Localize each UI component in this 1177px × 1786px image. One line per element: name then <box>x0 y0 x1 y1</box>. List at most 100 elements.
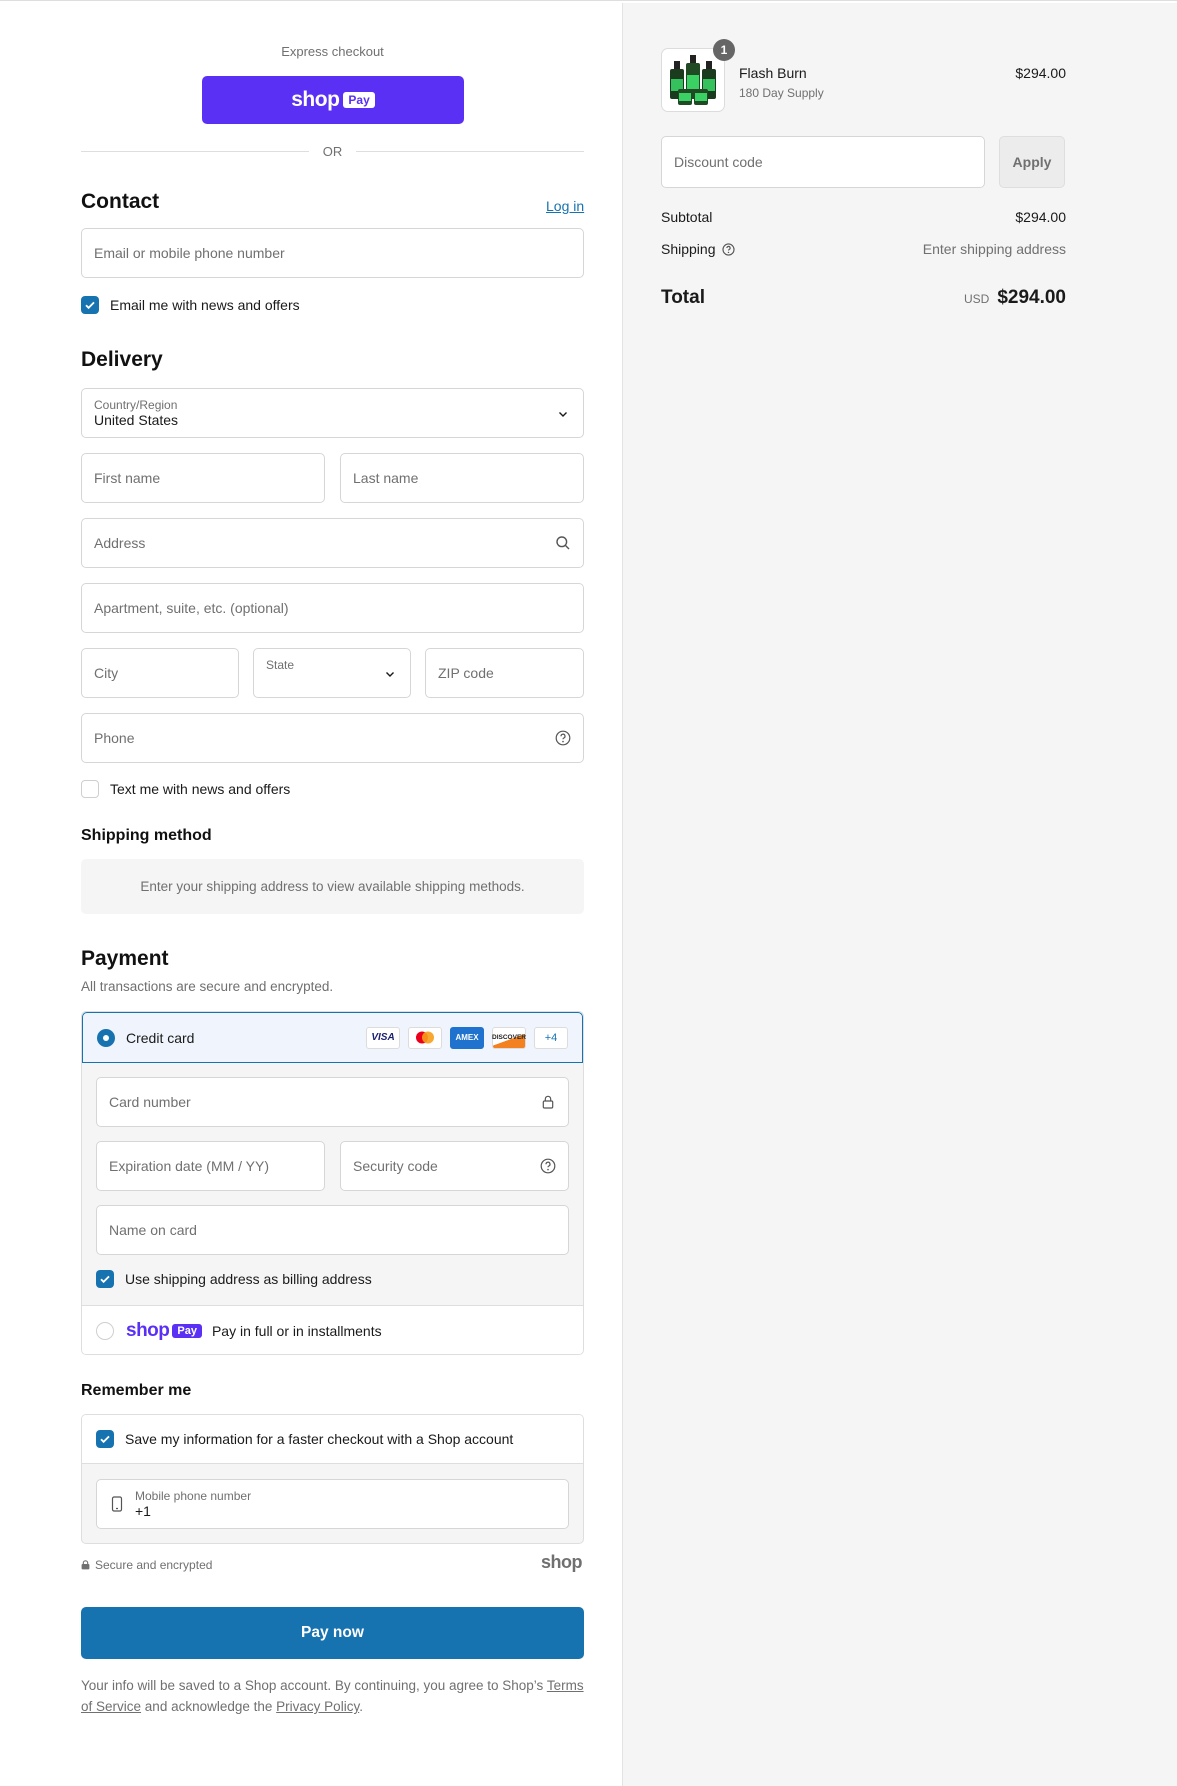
chevron-down-icon <box>384 667 396 683</box>
apartment-placeholder: Apartment, suite, etc. (optional) <box>94 600 289 616</box>
log-in-link[interactable]: Log in <box>546 198 584 214</box>
zip-field[interactable]: ZIP code <box>425 648 584 698</box>
subtotal-label: Subtotal <box>661 209 713 225</box>
address-field[interactable]: Address <box>81 518 584 568</box>
name-on-card-field[interactable]: Name on card <box>96 1205 569 1255</box>
secure-encrypted-label: Secure and encrypted <box>95 1558 213 1572</box>
discount-code-placeholder: Discount code <box>674 154 763 170</box>
payment-subtitle: All transactions are secure and encrypte… <box>81 979 334 994</box>
address-placeholder: Address <box>94 535 146 551</box>
shop-pay-badge: Pay <box>343 92 375 108</box>
currency-code: USD <box>963 292 990 306</box>
text-news-option[interactable]: Text me with news and offers <box>81 780 290 798</box>
lock-icon <box>81 1560 90 1570</box>
product-name: Flash Burn <box>739 65 807 81</box>
shop-pay-wordmark: shop <box>291 88 340 111</box>
legal-text: Your info will be saved to a Shop accoun… <box>81 1675 584 1717</box>
shop-pay-badge: Pay <box>172 1323 202 1338</box>
or-divider: OR <box>81 144 584 159</box>
last-name-field[interactable]: Last name <box>340 453 584 503</box>
security-code-field[interactable]: Security code <box>340 1141 569 1191</box>
card-number-field[interactable]: Card number <box>96 1077 569 1127</box>
remember-me-heading: Remember me <box>81 1382 192 1399</box>
apply-label: Apply <box>1012 154 1052 170</box>
help-circle-icon[interactable] <box>540 1158 556 1174</box>
save-info-option[interactable]: Save my information for a faster checkou… <box>82 1415 583 1464</box>
legal-text-end: . <box>359 1699 363 1714</box>
credit-card-radio[interactable] <box>97 1028 115 1047</box>
shop-pay-radio[interactable] <box>96 1321 114 1340</box>
text-news-label: Text me with news and offers <box>110 781 291 797</box>
visa-icon: VISA <box>366 1026 400 1049</box>
last-name-placeholder: Last name <box>353 470 419 486</box>
expiration-placeholder: Expiration date (MM / YY) <box>109 1158 270 1174</box>
product-variant: 180 Day Supply <box>739 86 824 100</box>
quantity-badge: 1 <box>713 39 735 61</box>
billing-same-checkbox[interactable] <box>96 1270 114 1288</box>
mobile-phone-icon <box>111 1496 123 1512</box>
mobile-phone-label: Mobile phone number <box>135 1488 252 1503</box>
security-code-placeholder: Security code <box>353 1158 438 1174</box>
shop-pay-option[interactable]: shop Pay Pay in full or in installments <box>82 1305 583 1354</box>
help-circle-icon[interactable] <box>555 730 571 746</box>
payment-methods: Credit card VISA AMEX DISCOVER +4 Card n… <box>81 1011 584 1355</box>
remember-me-box: Save my information for a faster checkou… <box>81 1414 584 1544</box>
save-info-checkbox[interactable] <box>96 1430 114 1448</box>
city-placeholder: City <box>94 665 119 681</box>
phone-placeholder: Phone <box>94 730 135 746</box>
contact-heading: Contact <box>81 190 160 213</box>
shop-pay-wordmark: shop <box>126 1319 170 1341</box>
state-label: State <box>266 658 295 672</box>
billing-same-label: Use shipping address as billing address <box>125 1271 372 1287</box>
billing-same-option[interactable]: Use shipping address as billing address <box>96 1270 372 1288</box>
credit-card-option[interactable]: Credit card VISA AMEX DISCOVER +4 <box>82 1012 583 1063</box>
shipping-value: Enter shipping address <box>922 241 1066 257</box>
credit-card-label: Credit card <box>126 1029 195 1046</box>
lock-icon <box>540 1094 556 1110</box>
shipping-method-message: Enter your shipping address to view avai… <box>140 879 525 894</box>
express-checkout-label: Express checkout <box>281 44 384 59</box>
first-name-field[interactable]: First name <box>81 453 325 503</box>
shop-pay-express-button[interactable]: shop Pay <box>202 76 464 124</box>
phone-field[interactable]: Phone <box>81 713 584 763</box>
country-label: Country/Region <box>94 397 178 412</box>
first-name-placeholder: First name <box>94 470 161 486</box>
text-news-checkbox[interactable] <box>81 780 99 798</box>
city-field[interactable]: City <box>81 648 239 698</box>
discount-code-field[interactable]: Discount code <box>661 136 985 188</box>
pay-now-label: Pay now <box>301 1624 364 1641</box>
chevron-down-icon <box>557 407 569 423</box>
state-select[interactable]: State <box>253 648 411 698</box>
total-amount: USD $294.00 <box>964 287 1066 309</box>
save-info-label: Save my information for a faster checkou… <box>125 1431 514 1447</box>
discover-icon: DISCOVER <box>492 1026 526 1049</box>
total-value: $294.00 <box>997 287 1066 308</box>
product-price: $294.00 <box>1015 65 1066 81</box>
country-select[interactable]: Country/Region United States <box>81 388 584 438</box>
shipping-row-label: Shipping <box>661 241 735 257</box>
order-summary: 1 Flash Burn 180 Day Supply $294.00 Disc… <box>622 3 1177 1786</box>
shipping-label: Shipping <box>661 241 716 257</box>
total-label: Total <box>661 287 705 308</box>
product-thumbnail: 1 <box>661 39 735 112</box>
card-number-placeholder: Card number <box>109 1094 191 1110</box>
pay-now-button[interactable]: Pay now <box>81 1607 584 1659</box>
mastercard-icon <box>408 1026 442 1049</box>
expiration-field[interactable]: Expiration date (MM / YY) <box>96 1141 325 1191</box>
secure-encrypted-note: Secure and encrypted <box>81 1558 212 1572</box>
help-circle-icon[interactable] <box>721 242 735 256</box>
email-field[interactable]: Email or mobile phone number <box>81 228 584 278</box>
apartment-field[interactable]: Apartment, suite, etc. (optional) <box>81 583 584 633</box>
email-news-checkbox[interactable] <box>81 296 99 314</box>
search-icon <box>555 535 571 551</box>
privacy-policy-link[interactable]: Privacy Policy <box>276 1699 359 1714</box>
mobile-phone-field[interactable]: Mobile phone number +1 <box>96 1479 569 1529</box>
shop-pay-option-label: Pay in full or in installments <box>211 1322 382 1339</box>
shipping-method-notice: Enter your shipping address to view avai… <box>81 859 584 914</box>
email-news-option[interactable]: Email me with news and offers <box>81 296 300 314</box>
mobile-phone-value: +1 <box>135 1502 151 1519</box>
payment-heading: Payment <box>81 947 169 970</box>
shop-logo: shop <box>541 1552 583 1572</box>
apply-discount-button[interactable]: Apply <box>999 136 1065 188</box>
product-bottles-image <box>670 55 716 105</box>
